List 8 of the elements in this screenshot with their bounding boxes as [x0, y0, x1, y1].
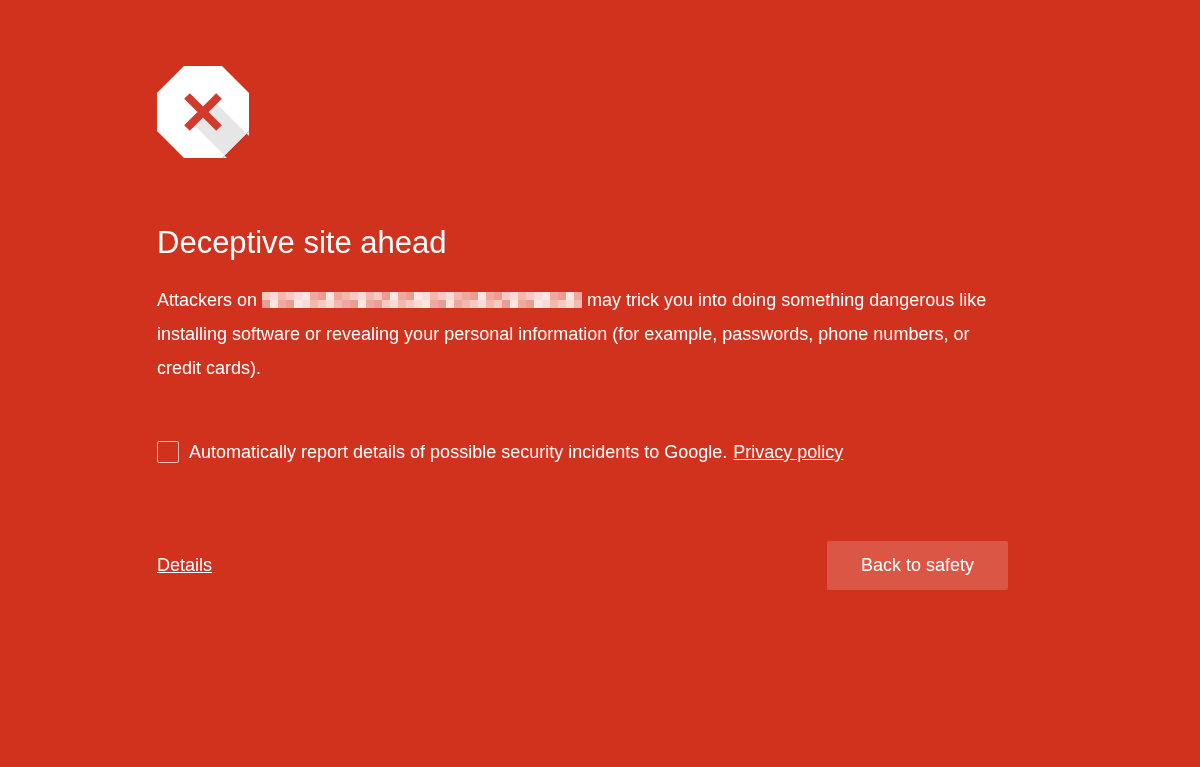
report-label: Automatically report details of possible security incidents to Google.: [189, 441, 728, 463]
privacy-policy-link[interactable]: Privacy policy: [733, 441, 844, 463]
report-checkbox[interactable]: [157, 441, 179, 463]
page-heading: Deceptive site ahead: [157, 225, 448, 261]
details-link[interactable]: Details: [157, 555, 213, 576]
back-to-safety-button[interactable]: Back to safety: [826, 541, 1008, 590]
warning-message: Attackers on may trick you into doing something dangerous like installing software or revealing your personal information (for example, passwords, phone numbers, or credit cards).: [157, 289, 988, 380]
stop-sign-icon: [157, 66, 249, 158]
